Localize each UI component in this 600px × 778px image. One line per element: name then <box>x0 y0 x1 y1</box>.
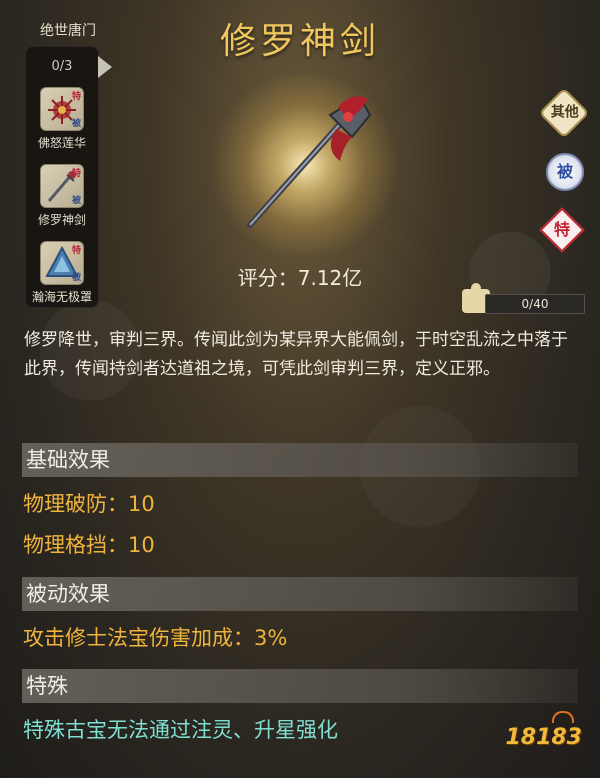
other-badge-label: 其他 <box>550 104 579 121</box>
lotus-icon: 特 被 <box>40 87 84 131</box>
stat-line: 攻击修士法宝伤害加成：3% <box>23 626 288 650</box>
passive-tag: 被 <box>71 119 81 129</box>
set-item-1[interactable]: 特 被 修罗神剑 <box>26 164 98 228</box>
weapon-image <box>247 95 372 228</box>
special-badge[interactable]: 特 <box>539 207 585 253</box>
stat-line: 物理破防：10 <box>23 492 155 516</box>
watermark-logo: 18183 <box>505 711 582 750</box>
progress-text: 0/40 <box>521 297 549 311</box>
special-text: 特殊古宝无法通过注灵、升星强化 <box>23 718 338 742</box>
passive-effects-header: 被动效果 <box>22 577 578 611</box>
special-tag: 特 <box>71 169 81 179</box>
set-item-label: 佛怒莲华 <box>37 136 86 150</box>
stat-line: 物理格挡：10 <box>23 533 155 557</box>
rating-score: 评分：7.12亿 <box>237 266 363 290</box>
basic-effects-header: 基础效果 <box>22 443 578 477</box>
item-title: 修罗神剑 <box>219 21 380 62</box>
sword-icon: 特 被 <box>40 164 84 208</box>
fragment-progress-bar: 0/40 <box>485 294 585 314</box>
passive-tag: 被 <box>71 196 81 206</box>
set-item-label: 修罗神剑 <box>37 213 86 227</box>
special-tag: 特 <box>71 92 81 102</box>
special-badge-label: 特 <box>553 219 571 239</box>
item-description: 修罗降世，审判三界。传闻此剑为某异界大能佩剑，于时空乱流之中落于此界，传闻持剑者… <box>24 330 568 379</box>
set-item-0[interactable]: 特 被 佛怒莲华 <box>26 87 98 151</box>
sun-icon <box>552 711 574 723</box>
other-badge[interactable]: 其他 <box>538 87 590 139</box>
watermark-text: 18183 <box>505 725 582 750</box>
passive-badge[interactable]: 被 <box>546 153 584 191</box>
special-tag: 特 <box>71 246 81 256</box>
special-header: 特殊 <box>22 669 578 703</box>
